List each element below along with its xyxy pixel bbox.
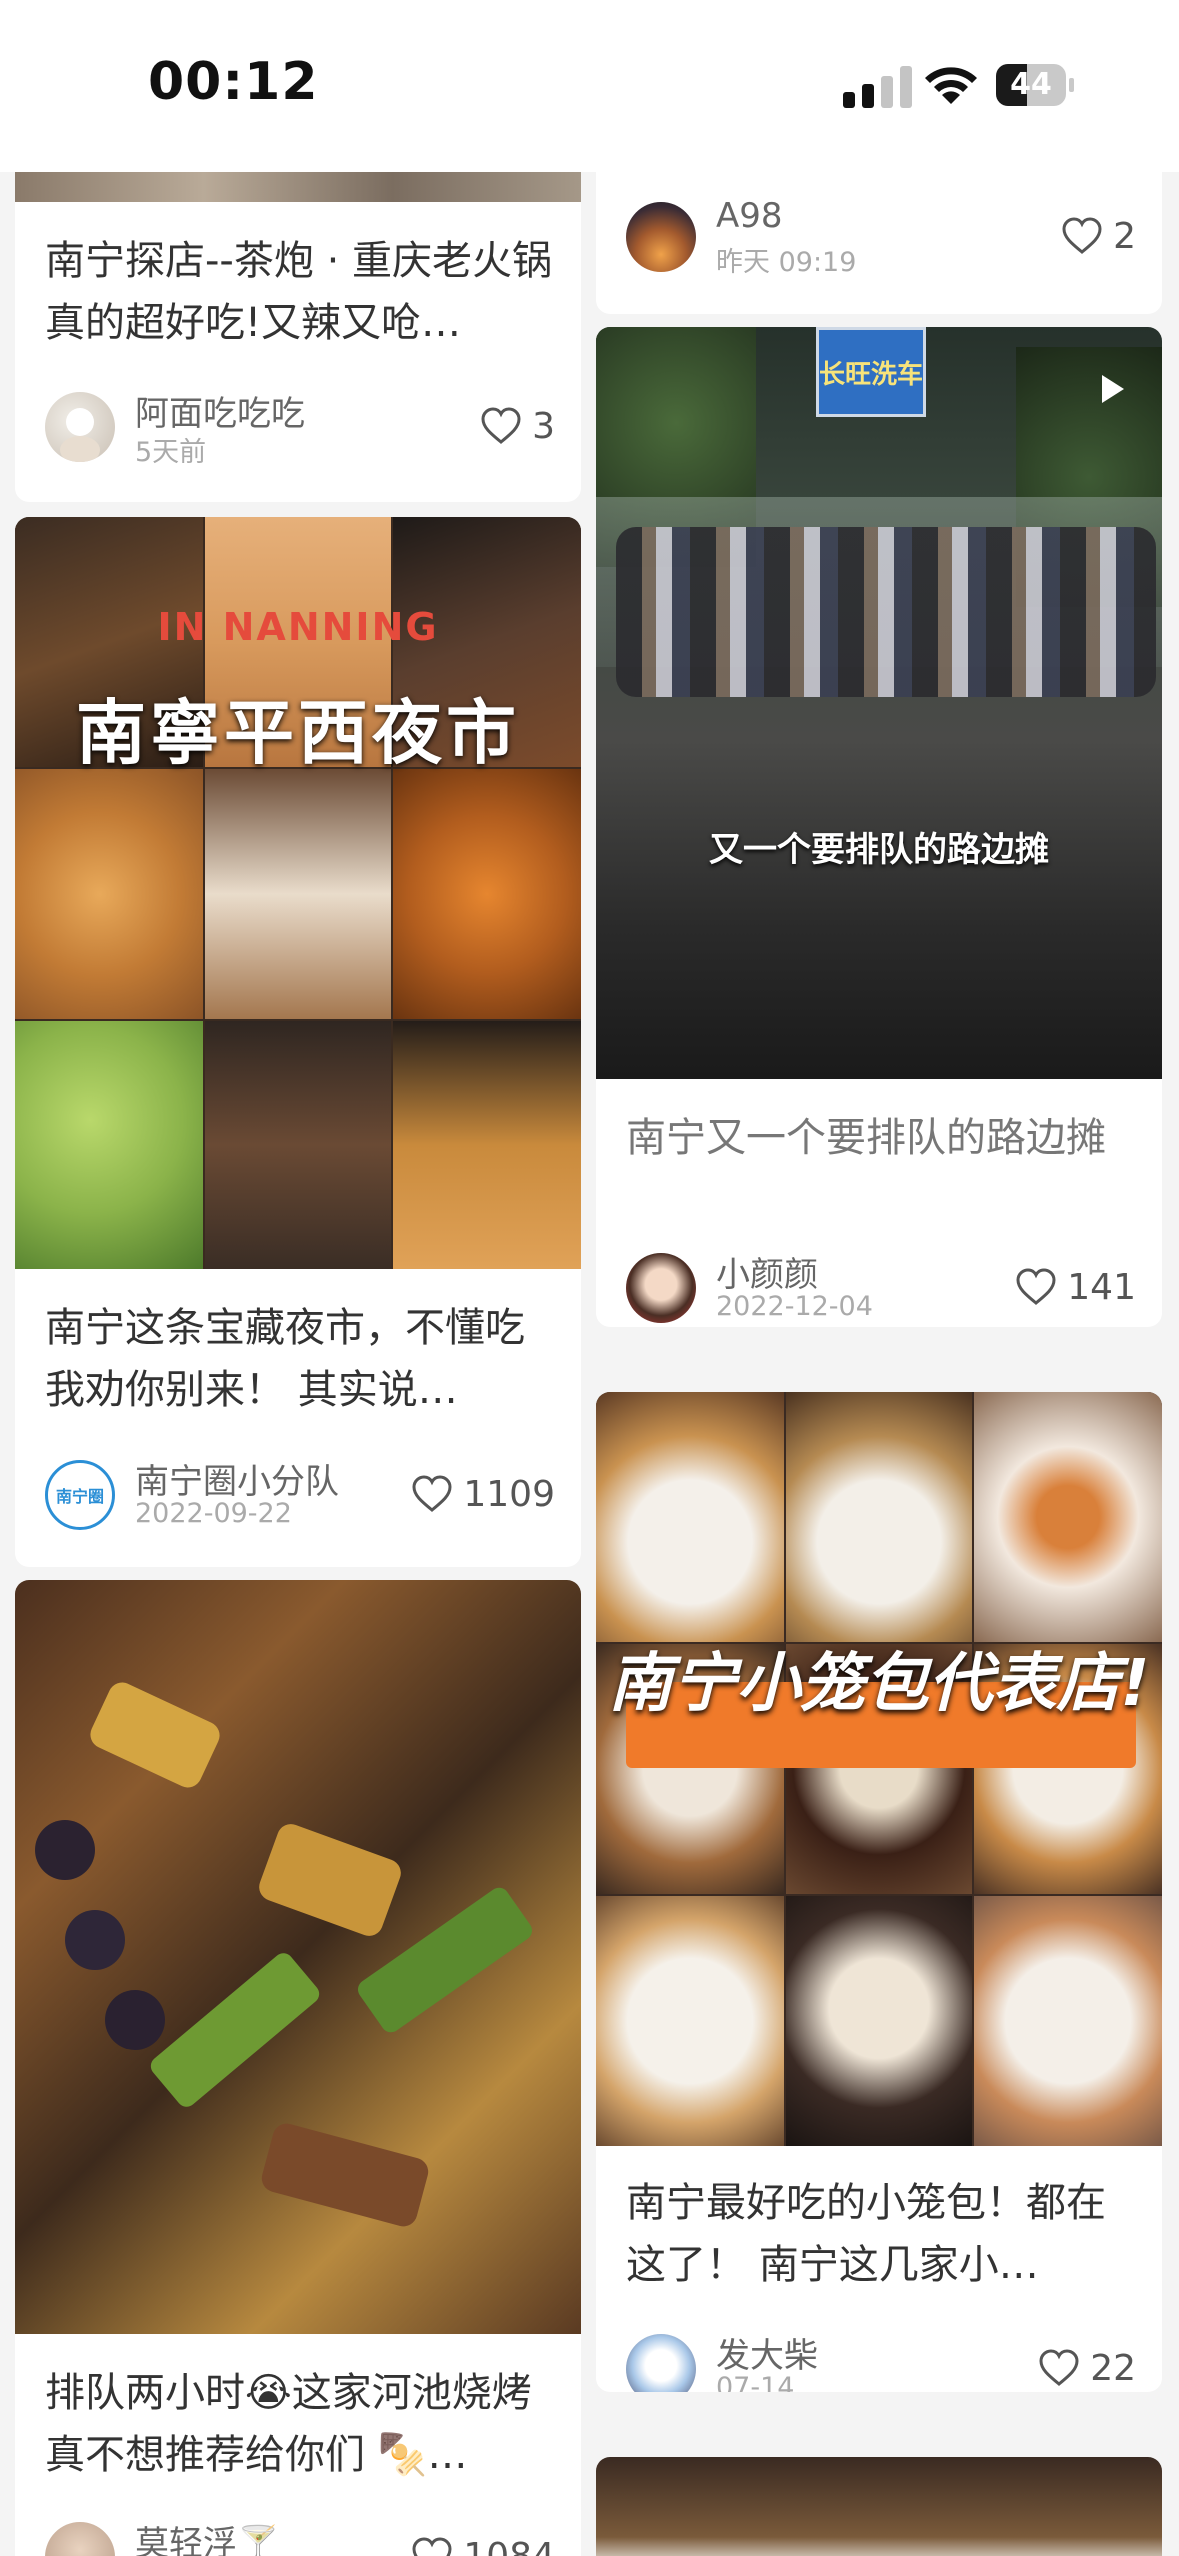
note-title[interactable]: 排队两小时😭这家河池烧烤真不想推荐给你们 🍢… bbox=[45, 2362, 555, 2486]
video-play-icon bbox=[1102, 375, 1124, 403]
author-name[interactable]: 小颜颜 bbox=[716, 1247, 818, 1296]
author-name[interactable]: 阿面吃吃吃 bbox=[135, 386, 305, 435]
like-count: 3 bbox=[532, 405, 555, 447]
post-time: 2022-12-04 bbox=[716, 1291, 873, 1322]
note-card[interactable]: 南宁探店--茶炮 · 重庆老火锅 真的超好吃!又辣又呛… 阿面吃吃吃 5天前 3 bbox=[15, 172, 581, 502]
like-count: 1109 bbox=[463, 1473, 555, 1515]
note-card[interactable]: A98 昨天 09:19 2 bbox=[596, 172, 1162, 314]
shop-sign: 长旺洗车 bbox=[816, 327, 926, 417]
note-cover-image[interactable]: 南宁小笼包代表店! bbox=[596, 1392, 1162, 2146]
note-card[interactable]: 长旺洗车 又一个要排队的路边摊 南宁又一个要排队的路边摊 小颜颜 2022-12… bbox=[596, 327, 1162, 1327]
like-button[interactable]: 2 bbox=[1061, 214, 1136, 258]
author-row: 小颜颜 2022-12-04 141 bbox=[626, 1245, 1136, 1325]
battery-level: 44 bbox=[1010, 67, 1052, 102]
like-button[interactable]: 1109 bbox=[411, 1472, 555, 1516]
avatar[interactable]: 南宁圈 bbox=[45, 1460, 115, 1530]
heart-icon bbox=[1062, 217, 1102, 254]
cover-title-text: 南宁小笼包代表店! bbox=[608, 1647, 1150, 1721]
avatar[interactable] bbox=[45, 2522, 115, 2556]
avatar[interactable] bbox=[626, 2334, 696, 2392]
heart-icon bbox=[412, 1475, 452, 1512]
author-name[interactable]: 莫轻浮🍸 bbox=[135, 2516, 279, 2556]
battery-icon: 44 bbox=[996, 64, 1074, 106]
author-row: 发大柴 07-14 22 bbox=[626, 2326, 1136, 2392]
post-time: 昨天 09:19 bbox=[716, 247, 857, 278]
note-card[interactable]: 排队两小时😭这家河池烧烤真不想推荐给你们 🍢… 莫轻浮🍸 1084 bbox=[15, 1580, 581, 2556]
note-card[interactable] bbox=[596, 2457, 1162, 2556]
cellular-signal-icon bbox=[843, 66, 913, 108]
heart-icon bbox=[1016, 1268, 1056, 1305]
shop-sign-text: 长旺洗车 bbox=[819, 360, 924, 390]
avatar[interactable] bbox=[626, 1253, 696, 1323]
note-title[interactable]: 南宁又一个要排队的路边摊 bbox=[626, 1107, 1136, 1169]
feed[interactable]: 南宁探店--茶炮 · 重庆老火锅 真的超好吃!又辣又呛… 阿面吃吃吃 5天前 3 bbox=[0, 172, 1179, 2556]
note-card[interactable]: 南宁小笼包代表店! 南宁最好吃的小笼包！都在这了！ 南宁这几家小… 发大柴 07… bbox=[596, 1392, 1162, 2392]
like-count: 22 bbox=[1090, 2347, 1136, 2389]
cover-banner-text: IN NANNING bbox=[157, 605, 439, 649]
author-row: 南宁圈 南宁圈小分队 2022-09-22 1109 bbox=[45, 1452, 555, 1532]
like-button[interactable]: 1084 bbox=[411, 2534, 555, 2556]
like-count: 2 bbox=[1113, 215, 1136, 257]
author-row: 莫轻浮🍸 1084 bbox=[45, 2514, 555, 2556]
like-count: 1084 bbox=[463, 2535, 555, 2556]
avatar[interactable] bbox=[626, 202, 696, 272]
author-name[interactable]: A98 bbox=[716, 196, 783, 236]
note-title[interactable]: 南宁探店--茶炮 · 重庆老火锅 真的超好吃!又辣又呛… bbox=[45, 230, 555, 354]
wifi-icon bbox=[925, 67, 977, 104]
heart-icon bbox=[412, 2537, 452, 2556]
video-cover[interactable]: 长旺洗车 又一个要排队的路边摊 bbox=[596, 327, 1162, 1079]
author-name[interactable]: 南宁圈小分队 bbox=[135, 1454, 339, 1503]
status-time: 00:12 bbox=[148, 52, 319, 112]
heart-icon bbox=[1039, 2349, 1079, 2386]
note-cover-image[interactable] bbox=[15, 172, 581, 202]
author-row: A98 昨天 09:19 2 bbox=[626, 194, 1136, 278]
post-time: 2022-09-22 bbox=[135, 1498, 292, 1529]
status-bar: 00:12 44 bbox=[0, 0, 1179, 172]
like-button[interactable]: 22 bbox=[1038, 2346, 1136, 2390]
post-time: 5天前 bbox=[135, 437, 207, 468]
like-button[interactable]: 3 bbox=[480, 404, 555, 448]
avatar-text: 南宁圈 bbox=[55, 1487, 104, 1506]
heart-icon bbox=[481, 407, 521, 444]
like-count: 141 bbox=[1067, 1266, 1136, 1308]
note-card[interactable]: IN NANNING 南寧平西夜市 南宁这条宝藏夜市，不懂吃我劝你别来！ 其实说… bbox=[15, 517, 581, 1567]
avatar[interactable] bbox=[45, 392, 115, 462]
video-caption: 又一个要排队的路边摊 bbox=[709, 830, 1049, 870]
author-row: 阿面吃吃吃 5天前 3 bbox=[45, 384, 555, 468]
cover-title-text: 南寧平西夜市 bbox=[76, 692, 520, 774]
note-title[interactable]: 南宁最好吃的小笼包！都在这了！ 南宁这几家小… bbox=[626, 2172, 1136, 2296]
author-name[interactable]: 发大柴 bbox=[716, 2328, 818, 2377]
post-time: 07-14 bbox=[716, 2372, 795, 2392]
note-title[interactable]: 南宁这条宝藏夜市，不懂吃我劝你别来！ 其实说… bbox=[45, 1297, 555, 1421]
like-button[interactable]: 141 bbox=[1015, 1265, 1136, 1309]
note-cover-image[interactable] bbox=[596, 2457, 1162, 2556]
note-cover-image[interactable] bbox=[15, 1580, 581, 2334]
note-cover-image[interactable]: IN NANNING 南寧平西夜市 bbox=[15, 517, 581, 1269]
